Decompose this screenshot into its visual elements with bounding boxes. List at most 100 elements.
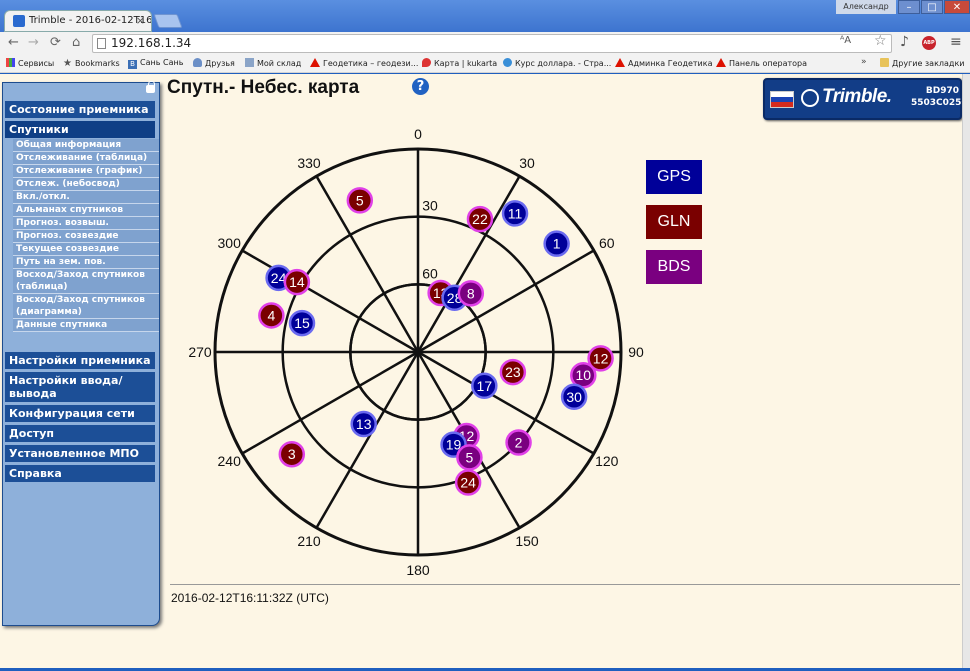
legend-gps: GPS [646,160,702,194]
menu-receiver-status[interactable]: Состояние приемника [5,101,155,118]
submenu-item[interactable]: Прогноз. созвездие [13,230,159,243]
azimuth-spoke [241,350,419,455]
star-icon: ★ [63,58,72,69]
bookmark-star-icon[interactable]: ☆ [874,33,887,49]
close-window-button[interactable]: ✕ [944,0,970,14]
menu-satellites[interactable]: Спутники [5,121,155,138]
satellite-label: 22 [472,211,488,227]
russian-flag-icon[interactable] [770,91,794,108]
satellite-label: 13 [356,416,372,432]
azimuth-label: 0 [414,126,422,142]
folder-icon [880,58,889,67]
submenu-item[interactable]: Отслеж. (небосвод) [13,178,159,191]
page-info-icon[interactable] [97,38,106,49]
satellite-label: 11 [508,205,523,221]
submenu-item[interactable]: Текущее созвездие [13,243,159,256]
azimuth-label: 90 [628,344,644,360]
profile-user[interactable]: Александр [836,0,896,14]
window-titlebar: Trimble - 2016-02-12T16:11 × Александр –… [0,0,970,32]
page-scrollbar[interactable] [962,74,970,668]
menu-network-config[interactable]: Конфигурация сети [5,405,155,422]
home-icon[interactable]: ⌂ [72,35,80,50]
legend-bds: BDS [646,250,702,284]
browser-toolbar: ← → ⟳ ⌂ 192.168.1.34 ᴬA ☆ ♪ ABP ≡ [0,32,970,55]
menu-io-settings[interactable]: Настройки ввода/ вывода [5,372,155,402]
globe-icon [503,58,512,67]
reload-icon[interactable]: ⟳ [50,35,61,50]
submenu-item[interactable]: Восход/Заход спутников (диаграмма) [13,294,159,319]
other-bookmarks[interactable]: Другие закладки [880,58,965,68]
red-triangle-icon [716,58,726,67]
red-triangle-icon [310,58,320,67]
browser-menu-icon[interactable]: ≡ [950,34,962,50]
satellite-label: 4 [267,307,275,323]
submenu-item[interactable]: Путь на зем. пов. [13,256,159,269]
translate-icon[interactable]: ᴬA [840,35,851,46]
bookmarks-bar: Сервисы ★ Bookmarks B Сань Сань Друзья Мой… [0,55,970,73]
submenu-item[interactable]: Альманах спутников [13,204,159,217]
submenu-item[interactable]: Прогноз. возвыш. [13,217,159,230]
bookmark-item[interactable]: Мой склад [245,58,301,68]
timestamp: 2016-02-12T16:11:32Z (UTC) [171,591,329,605]
bookmark-item[interactable]: ★ Bookmarks [63,58,120,69]
minimize-button[interactable]: – [898,0,920,14]
bookmark-item[interactable]: Карта | kukarta [422,58,497,68]
submenu-item[interactable]: Общая информация [13,139,159,152]
elevation-label: 60 [422,265,438,281]
browser-tab[interactable]: Trimble - 2016-02-12T16:11 × [4,10,152,32]
trimble-wordmark: Trimble. [822,86,892,107]
menu-receiver-settings[interactable]: Настройки приемника [5,352,155,369]
azimuth-label: 300 [218,235,242,251]
store-icon [245,58,254,67]
adblock-icon[interactable]: ABP [922,36,936,50]
red-triangle-icon [615,58,625,67]
tab-close-icon[interactable]: × [136,14,145,27]
sky-plot: 03060901201501802102402703003303060522 11… [188,126,644,576]
music-note-icon[interactable]: ♪ [900,34,909,50]
submenu-item[interactable]: Вкл./откл. [13,191,159,204]
vk-icon: B [128,60,137,69]
bookmark-item[interactable]: Друзья [193,58,235,68]
maximize-button[interactable]: □ [921,0,943,14]
forward-arrow-icon[interactable]: → [28,35,39,50]
azimuth-spoke [241,249,419,354]
lock-icon[interactable] [146,81,155,93]
menu-firmware[interactable]: Установленное МПО [5,445,155,462]
submenu-item[interactable]: Отслеживание (график) [13,165,159,178]
legend-gln: GLN [646,205,702,239]
bookmark-item[interactable]: Админка Геодетика [615,58,713,68]
azimuth-label: 330 [297,155,321,171]
submenu-item[interactable]: Данные спутника [13,319,159,332]
satellites-submenu: Общая информация Отслеживание (таблица) … [13,139,159,332]
satellite-label: 23 [505,364,521,380]
more-bookmarks-button[interactable]: » [861,57,867,67]
submenu-item[interactable]: Отслеживание (таблица) [13,152,159,165]
help-icon[interactable]: ? [412,78,429,95]
map-pin-icon [422,58,431,67]
menu-help[interactable]: Справка [5,465,155,482]
satellite-label: 12 [593,350,609,366]
menu-access[interactable]: Доступ [5,425,155,442]
bookmark-item[interactable]: Геодетика – геодези... [310,58,418,68]
person-icon [193,58,202,67]
bookmark-item[interactable]: B Сань Сань [128,58,183,69]
bookmark-item[interactable]: Сервисы [6,58,54,68]
satellite-label: 15 [294,315,310,331]
azimuth-label: 30 [519,155,535,171]
new-tab-button[interactable] [153,14,183,28]
trimble-favicon-icon [13,15,25,27]
satellite-label: 10 [575,367,591,383]
azimuth-label: 150 [515,533,539,549]
submenu-item[interactable]: Восход/Заход спутников (таблица) [13,269,159,294]
azimuth-label: 270 [188,344,212,360]
apps-grid-icon [6,58,15,67]
azimuth-spoke [315,351,420,529]
bookmark-item[interactable]: Курс доллара. - Стра... [503,58,611,68]
satellite-label: 1 [553,236,561,252]
back-arrow-icon[interactable]: ← [8,35,19,50]
satellite-label: 3 [288,446,296,462]
address-bar[interactable]: 192.168.1.34 [92,34,892,53]
bookmark-item[interactable]: Панель оператора [716,58,807,68]
url-text: 192.168.1.34 [111,36,192,50]
satellite-label: 14 [289,274,305,290]
